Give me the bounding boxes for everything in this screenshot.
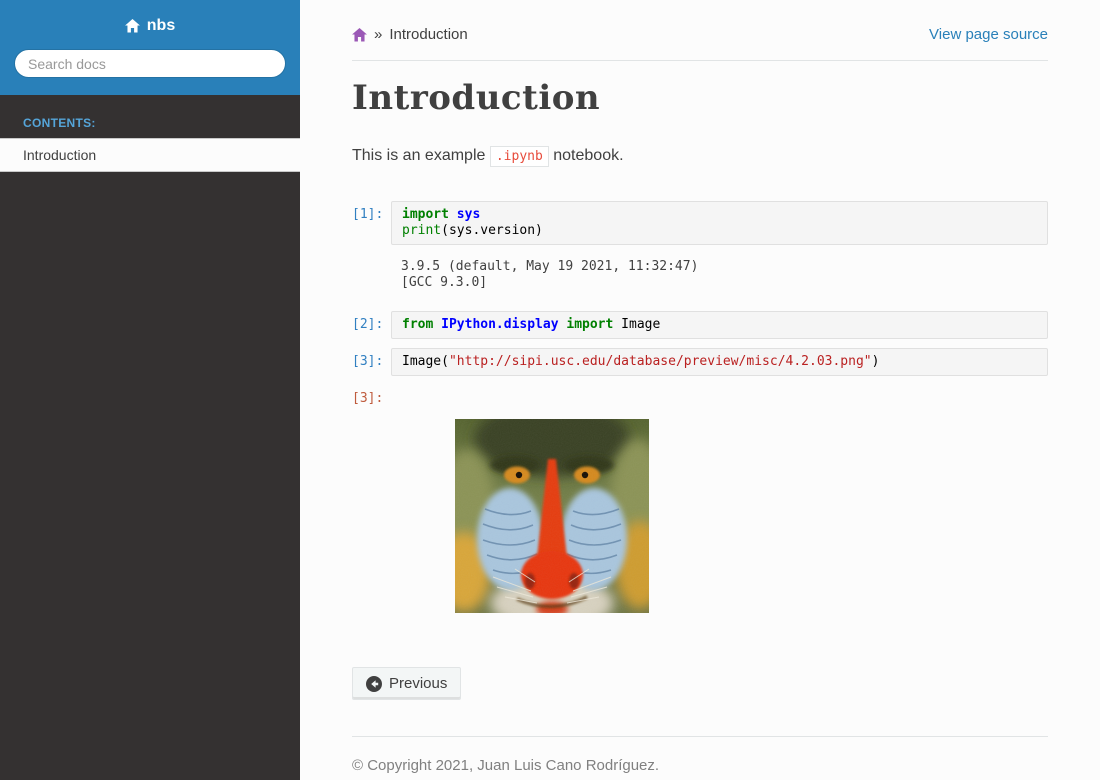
main-content: » Introduction View page source Introduc…: [300, 0, 1100, 780]
code-input-area-3: Image("http://sipi.usc.edu/database/prev…: [391, 348, 1048, 376]
intro-text-pre: This is an example: [352, 147, 490, 164]
code-cell-2-input: [2]: from IPython.display import Image: [352, 311, 1048, 339]
breadcrumb: » Introduction View page source: [352, 26, 1048, 43]
code-cell-1-output: 3.9.5 (default, May 19 2021, 11:32:47)[G…: [352, 254, 1048, 296]
footer-divider: [352, 736, 1048, 737]
sidebar-search-header: nbs: [0, 0, 300, 95]
image-output-area: [391, 385, 1048, 634]
sidebar-item-introduction[interactable]: Introduction: [0, 138, 300, 172]
footer: © Copyright 2021, Juan Luis Cano Rodrígu…: [352, 755, 1048, 780]
input-prompt-1: [1]:: [352, 201, 391, 223]
output-prompt-3: [3]:: [352, 385, 391, 407]
breadcrumb-divider: [352, 60, 1048, 61]
input-prompt-2: [2]:: [352, 311, 391, 333]
code-cell-3-output: [3]:: [352, 385, 1048, 634]
intro-paragraph: This is an example .ipynb notebook.: [352, 144, 1048, 169]
code-input-area-2: from IPython.display import Image: [391, 311, 1048, 339]
sidebar-project-title: nbs: [147, 17, 175, 35]
previous-button[interactable]: Previous: [352, 667, 461, 700]
breadcrumb-separator: »: [374, 26, 382, 43]
page-title: Introduction: [352, 78, 1048, 118]
arrow-circle-left-icon: [366, 676, 382, 692]
input-prompt-3: [3]:: [352, 348, 391, 370]
view-page-source-link[interactable]: View page source: [929, 26, 1048, 43]
search-input[interactable]: [14, 49, 286, 78]
ipynb-inline-code: .ipynb: [490, 146, 549, 167]
code-input-area-1: import sysprint(sys.version): [391, 201, 1048, 245]
pager: Previous: [352, 667, 1048, 700]
output-prompt-1: [352, 254, 391, 260]
sidebar: nbs CONTENTS: Introduction: [0, 0, 300, 780]
sidebar-home-link[interactable]: nbs: [14, 17, 286, 35]
code-output-area-1: 3.9.5 (default, May 19 2021, 11:32:47)[G…: [391, 254, 1048, 296]
breadcrumb-current-page: Introduction: [389, 26, 467, 43]
sidebar-contents-caption: CONTENTS:: [0, 95, 300, 138]
intro-text-post: notebook.: [549, 147, 624, 164]
mandrill-output-image: [455, 419, 649, 613]
breadcrumb-home-icon[interactable]: [352, 28, 367, 42]
home-icon: [125, 19, 140, 33]
copyright-text: © Copyright 2021, Juan Luis Cano Rodrígu…: [352, 755, 1048, 776]
code-cell-1-input: [1]: import sysprint(sys.version): [352, 201, 1048, 245]
code-cell-3-input: [3]: Image("http://sipi.usc.edu/database…: [352, 348, 1048, 376]
previous-button-label: Previous: [389, 675, 447, 692]
